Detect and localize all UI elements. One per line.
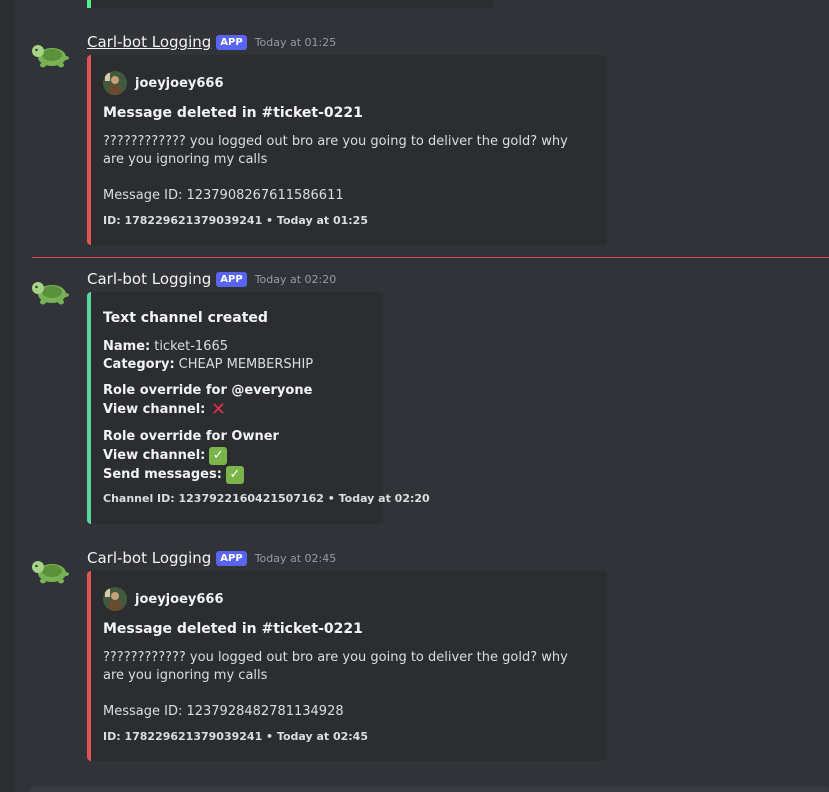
- author-name[interactable]: Carl-bot Logging: [87, 549, 211, 567]
- message-header: Carl-bot Logging APP Today at 01:25: [87, 33, 336, 51]
- check-icon: ✓: [209, 447, 228, 465]
- new-messages-divider: [32, 257, 829, 258]
- embed-title: Message deleted in #ticket-0221: [103, 621, 363, 637]
- app-badge: APP: [216, 550, 247, 566]
- embed-description: ???????????? you logged out bro are you …: [103, 134, 568, 167]
- app-badge: APP: [216, 34, 247, 50]
- embed-field-override-everyone: Role override for @everyone: [103, 382, 316, 400]
- embed: joeyjoey666 Message deleted in #ticket-0…: [87, 55, 607, 245]
- embed-field-view-channel: View channel: ✕: [103, 401, 227, 419]
- embed-field-override-owner: Role override for Owner: [103, 428, 283, 446]
- embed-description: ???????????? you logged out bro are you …: [103, 650, 568, 683]
- embed: Text channel created Name: ticket-1665 C…: [87, 292, 430, 524]
- embed-title: Message deleted in #ticket-0221: [103, 105, 363, 121]
- field-label: Name:: [103, 339, 151, 354]
- field-label: Role override for Owner: [103, 429, 279, 444]
- turtle-icon[interactable]: [32, 553, 72, 585]
- embed-field-category: Category: CHEAP MEMBERSHIP: [103, 356, 313, 374]
- field-label: Category:: [103, 357, 175, 372]
- field-label: Send messages:: [103, 467, 222, 482]
- embed-field-name: Name: ticket-1665: [103, 338, 228, 356]
- message-input-edge: [30, 786, 829, 792]
- field-label: View channel:: [103, 402, 206, 417]
- user-avatar[interactable]: [103, 587, 127, 611]
- message-timestamp[interactable]: Today at 02:20: [255, 273, 337, 286]
- turtle-icon[interactable]: [32, 37, 72, 69]
- message-header: Carl-bot Logging APP Today at 02:20: [87, 270, 336, 288]
- check-icon: ✓: [225, 466, 244, 484]
- previous-embed-fragment: [87, 0, 494, 8]
- author-name[interactable]: Carl-bot Logging: [87, 33, 211, 51]
- embed-author: joeyjoey666: [103, 587, 224, 611]
- embed-footer: ID: 178229621379039241 • Today at 02:45: [103, 730, 368, 743]
- field-value: CHEAP MEMBERSHIP: [178, 357, 314, 372]
- message-timestamp[interactable]: Today at 01:25: [255, 36, 337, 49]
- embed-field-view-channel: View channel: ✓: [103, 447, 228, 465]
- field-label: View channel:: [103, 448, 206, 463]
- embed: joeyjoey666 Message deleted in #ticket-0…: [87, 571, 607, 761]
- embed-message-id: Message ID: 1237928482781134928: [103, 704, 344, 719]
- user-avatar[interactable]: [103, 71, 127, 95]
- embed-field-send-messages: Send messages: ✓: [103, 466, 244, 484]
- message-header: Carl-bot Logging APP Today at 02:45: [87, 549, 336, 567]
- embed-title: Text channel created: [103, 310, 268, 326]
- field-label: Role override for @everyone: [103, 383, 313, 398]
- message-timestamp[interactable]: Today at 02:45: [255, 552, 337, 565]
- embed-author-name[interactable]: joeyjoey666: [135, 76, 224, 91]
- field-value: ticket-1665: [154, 339, 229, 354]
- embed-author-name[interactable]: joeyjoey666: [135, 592, 224, 607]
- embed-footer: Channel ID: 1237922160421507162 • Today …: [103, 492, 430, 505]
- embed-author: joeyjoey666: [103, 71, 224, 95]
- author-name[interactable]: Carl-bot Logging: [87, 270, 211, 288]
- left-rail: [0, 0, 15, 792]
- app-badge: APP: [216, 271, 247, 287]
- cross-icon: ✕: [210, 399, 226, 420]
- embed-footer: ID: 178229621379039241 • Today at 01:25: [103, 214, 368, 227]
- embed-message-id: Message ID: 1237908267611586611: [103, 188, 344, 203]
- turtle-icon[interactable]: [32, 274, 72, 306]
